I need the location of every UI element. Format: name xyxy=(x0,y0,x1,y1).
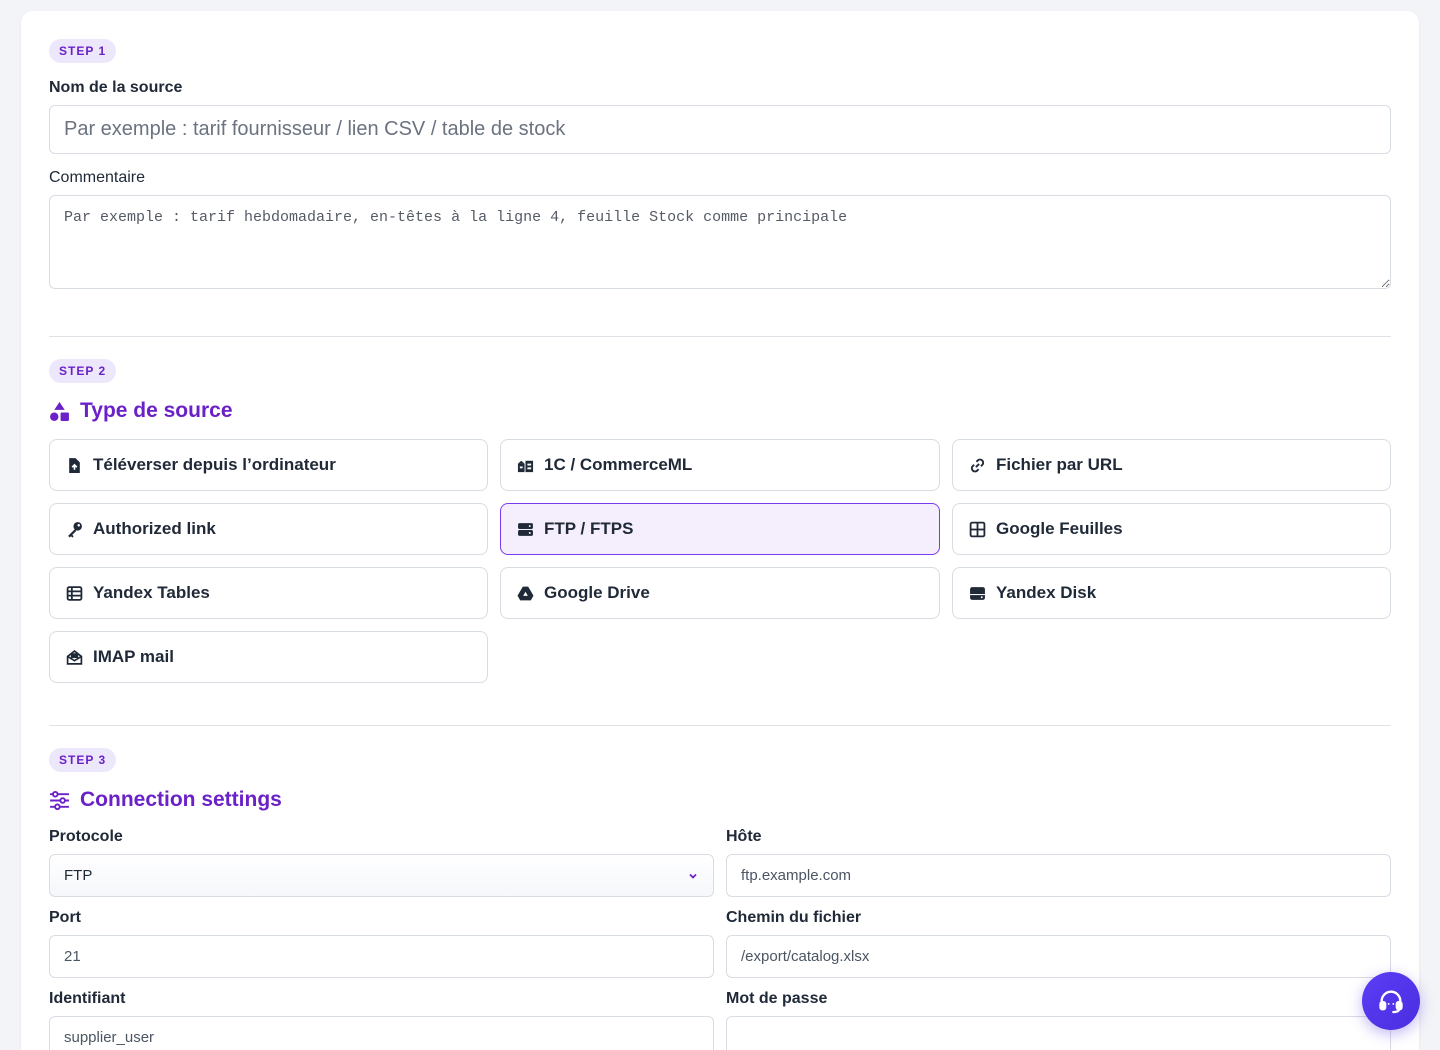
source-type-title: Type de source xyxy=(80,399,233,422)
source-type-url[interactable]: Fichier par URL xyxy=(952,439,1391,491)
source-type-imap[interactable]: IMAP mail xyxy=(49,631,488,683)
divider xyxy=(49,725,1391,726)
connection-form: Protocole FTP Hôte Port Chemin du fichie… xyxy=(49,828,1391,1050)
protocol-label: Protocole xyxy=(49,828,123,845)
comment-textarea[interactable] xyxy=(49,195,1391,289)
protocol-field: Protocole FTP xyxy=(49,828,714,897)
divider xyxy=(49,336,1391,337)
comment-label: Commentaire xyxy=(49,169,146,186)
login-label: Identifiant xyxy=(49,990,126,1007)
sliders-icon xyxy=(50,790,69,810)
source-type-label: FTP / FTPS xyxy=(544,519,634,538)
source-type-label: Fichier par URL xyxy=(996,455,1123,474)
shapes-icon xyxy=(50,401,69,421)
port-input[interactable] xyxy=(49,935,714,978)
support-chat-button[interactable] xyxy=(1362,972,1420,1030)
table-grid-icon xyxy=(969,521,986,538)
source-type-heading: Type de source xyxy=(49,399,1391,423)
step-1-badge: STEP 1 xyxy=(49,39,117,63)
file-path-label: Chemin du fichier xyxy=(726,909,862,926)
host-label: Hôte xyxy=(726,828,762,845)
source-name-label: Nom de la source xyxy=(49,79,183,96)
source-type-yandex-disk[interactable]: Yandex Disk xyxy=(952,567,1391,619)
host-input[interactable] xyxy=(726,854,1391,897)
source-type-label: Google Feuilles xyxy=(996,519,1123,538)
hard-drive-icon xyxy=(969,585,986,602)
step-3-badge: STEP 3 xyxy=(49,748,117,772)
server-icon xyxy=(517,521,534,538)
password-field: Mot de passe xyxy=(726,990,1391,1050)
file-path-field: Chemin du fichier xyxy=(726,909,1391,978)
login-input[interactable] xyxy=(49,1016,714,1050)
port-field: Port xyxy=(49,909,714,978)
source-type-label: 1C / CommerceML xyxy=(544,455,693,474)
login-field: Identifiant xyxy=(49,990,714,1050)
key-icon xyxy=(66,521,83,538)
source-type-label: Authorized link xyxy=(93,519,216,538)
connection-settings-heading: Connection settings xyxy=(49,788,1391,812)
password-label: Mot de passe xyxy=(726,990,828,1007)
file-upload-icon xyxy=(66,457,83,474)
source-form-card: STEP 1 Nom de la source Commentaire STEP… xyxy=(21,11,1419,1050)
source-type-1c[interactable]: 1C / CommerceML xyxy=(500,439,940,491)
envelope-open-icon xyxy=(66,649,83,666)
source-type-ftp[interactable]: FTP / FTPS xyxy=(500,503,940,555)
protocol-value: FTP xyxy=(64,867,93,884)
source-name-input[interactable] xyxy=(49,105,1391,154)
source-type-label: Yandex Disk xyxy=(996,583,1097,602)
host-field: Hôte xyxy=(726,828,1391,897)
source-type-grid: Téléverser depuis l’ordinateur 1C / Comm… xyxy=(49,439,1391,683)
source-type-authorized-link[interactable]: Authorized link xyxy=(49,503,488,555)
source-type-label: Yandex Tables xyxy=(93,583,210,602)
source-type-label: Google Drive xyxy=(544,583,650,602)
link-icon xyxy=(969,457,986,474)
file-path-input[interactable] xyxy=(726,935,1391,978)
source-type-google-drive[interactable]: Google Drive xyxy=(500,567,940,619)
table-list-icon xyxy=(66,585,83,602)
headset-icon xyxy=(1379,990,1403,1014)
step-2-badge: STEP 2 xyxy=(49,359,117,383)
chevron-down-icon xyxy=(689,873,697,879)
warehouse-icon xyxy=(517,457,534,474)
google-drive-icon xyxy=(517,585,534,602)
source-type-upload[interactable]: Téléverser depuis l’ordinateur xyxy=(49,439,488,491)
password-input[interactable] xyxy=(726,1016,1391,1050)
source-type-label: IMAP mail xyxy=(93,647,174,666)
source-type-label: Téléverser depuis l’ordinateur xyxy=(93,455,336,474)
protocol-select[interactable]: FTP xyxy=(49,854,714,897)
port-label: Port xyxy=(49,909,81,926)
source-type-google-sheets[interactable]: Google Feuilles xyxy=(952,503,1391,555)
connection-settings-title: Connection settings xyxy=(80,788,282,811)
source-type-yandex-tables[interactable]: Yandex Tables xyxy=(49,567,488,619)
